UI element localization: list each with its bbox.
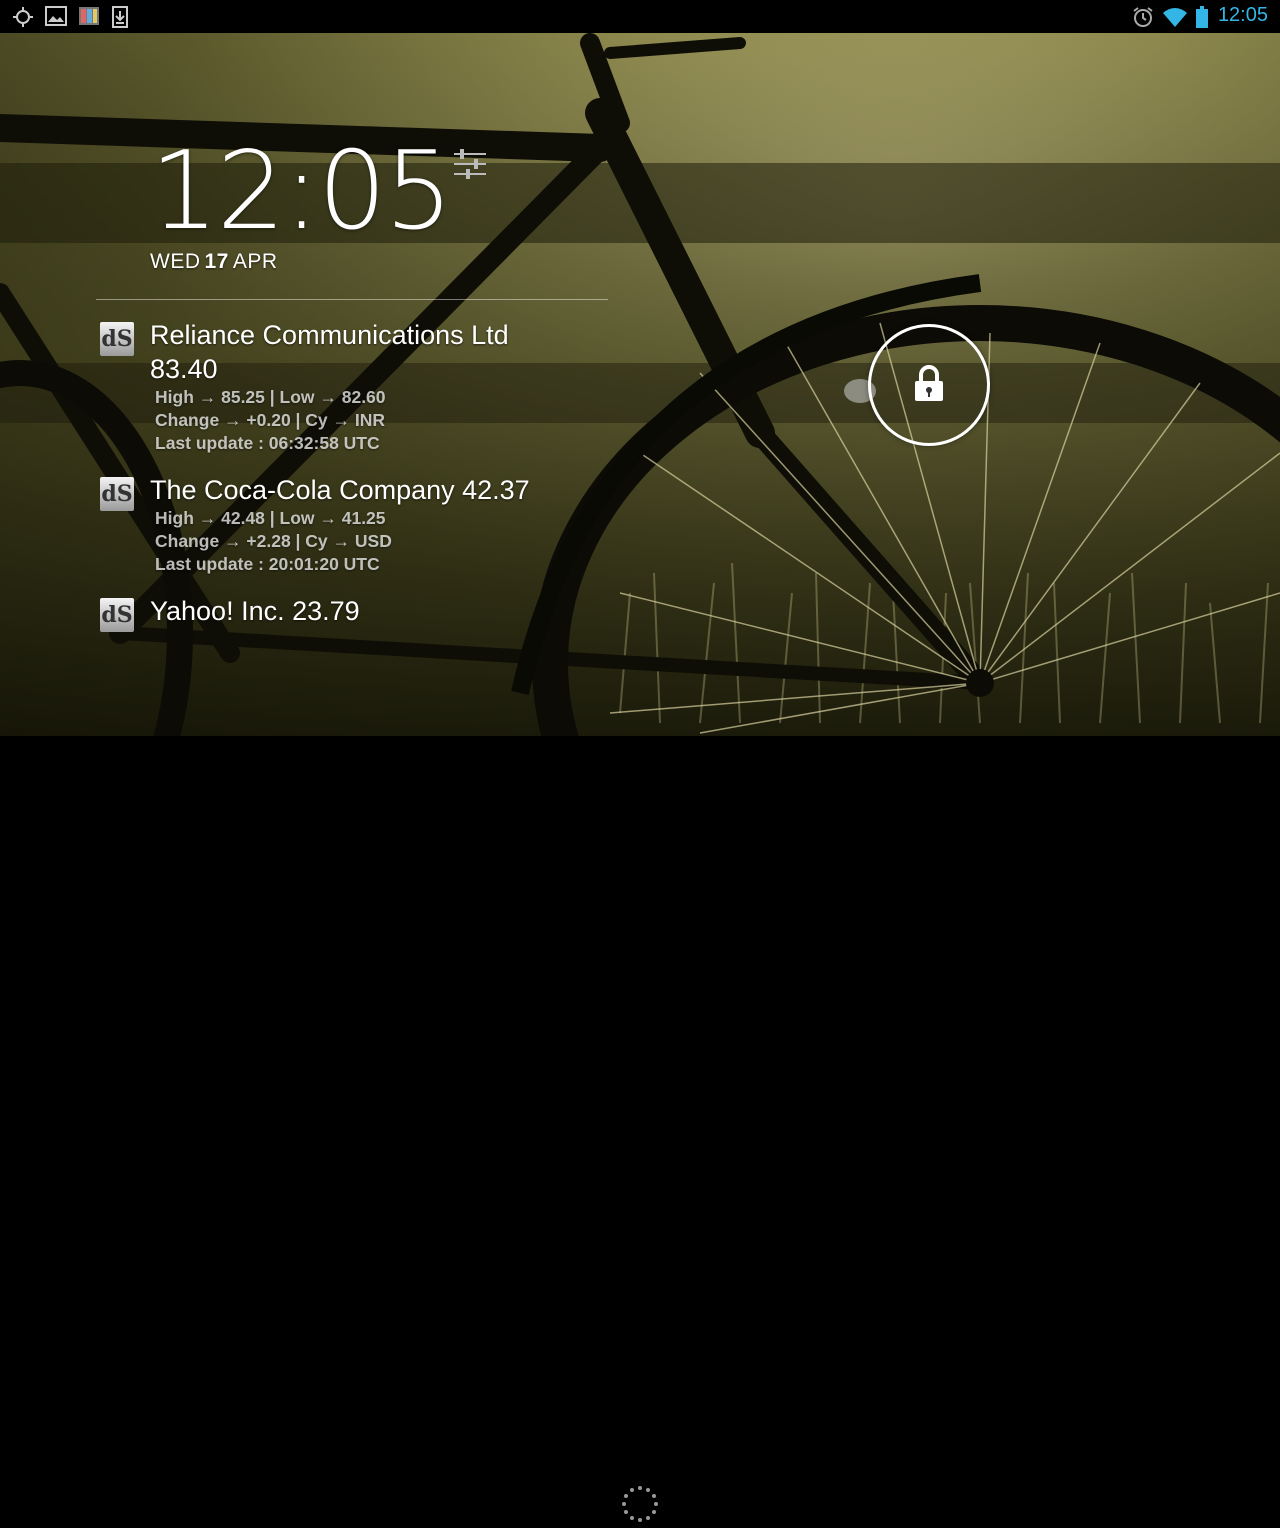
lockscreen-clock: 12:05 xyxy=(150,129,453,254)
widget-divider xyxy=(96,299,608,300)
stock-change: Change → +2.28 | Cy → USD xyxy=(155,531,392,551)
stock-name: Yahoo! Inc. 23.79 xyxy=(150,596,360,626)
stock-high-low: High → 42.48 | Low → 41.25 xyxy=(155,508,386,528)
wifi-icon xyxy=(1162,6,1188,32)
navigation-bar xyxy=(0,736,1280,1522)
ds-logo-icon: dS xyxy=(100,322,134,356)
loading-spinner-icon xyxy=(620,1484,660,1528)
lock-icon xyxy=(914,365,944,405)
date-day: 17 xyxy=(204,250,229,273)
stock-last-update: Last update : 06:32:58 UTC xyxy=(155,433,380,453)
status-bar: 12:05 xyxy=(0,0,1280,33)
stock-price: 83.40 xyxy=(150,354,218,384)
date-weekday: WED xyxy=(150,250,201,273)
list-item[interactable]: dS Yahoo! Inc. 23.79 xyxy=(96,594,608,632)
list-item[interactable]: dS The Coca-Cola Company 42.37 High → 42… xyxy=(96,473,608,576)
stock-name: Reliance Communications Ltd xyxy=(150,320,509,350)
stock-high-low: High → 85.25 | Low → 82.60 xyxy=(155,387,386,407)
alarm-icon xyxy=(1132,6,1154,32)
status-bar-time: 12:05 xyxy=(1217,4,1268,26)
stock-name: The Coca-Cola Company 42.37 xyxy=(150,475,530,505)
image-icon xyxy=(45,6,67,30)
download-icon xyxy=(112,6,128,32)
gps-icon xyxy=(12,6,34,32)
stock-change: Change → +0.20 | Cy → INR xyxy=(155,410,386,430)
gallery-icon xyxy=(78,6,100,30)
widget-settings-icon[interactable] xyxy=(452,146,488,186)
ds-logo-icon: dS xyxy=(100,598,134,632)
list-item[interactable]: dS Reliance Communications Ltd 83.40 Hig… xyxy=(96,318,608,455)
lockscreen-date: WED 17 APR xyxy=(150,250,278,274)
date-month: APR xyxy=(232,250,278,273)
stock-widget-list[interactable]: dS Reliance Communications Ltd 83.40 Hig… xyxy=(96,318,608,662)
unlock-handle[interactable] xyxy=(868,324,990,446)
stock-last-update: Last update : 20:01:20 UTC xyxy=(155,554,380,574)
ds-logo-icon: dS xyxy=(100,477,134,511)
battery-icon xyxy=(1196,6,1208,32)
